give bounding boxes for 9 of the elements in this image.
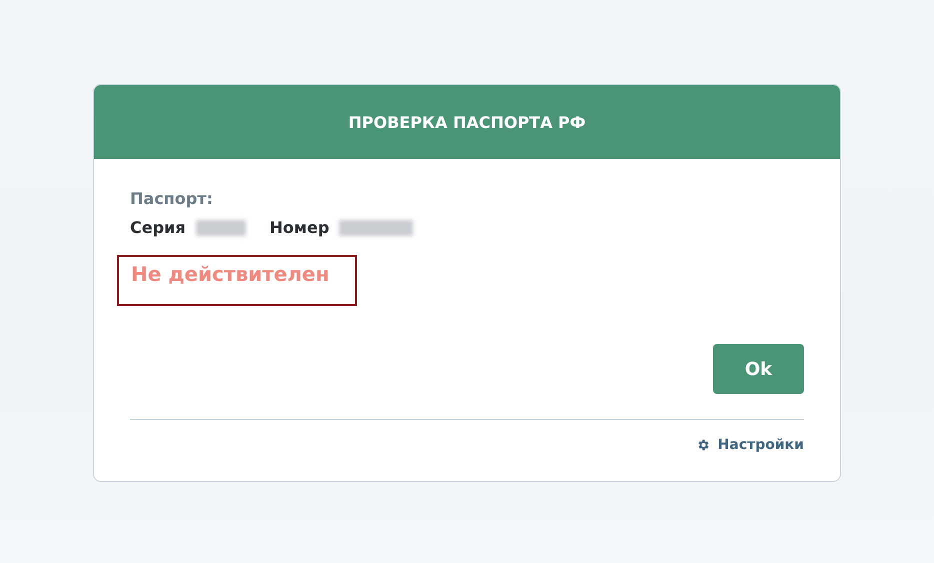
field-label: Номер — [270, 218, 330, 237]
passport-label: Паспорт: — [130, 189, 214, 208]
field-label: Серия — [130, 218, 186, 237]
dialog-title: ПРОВЕРКА ПАСПОРТА РФ — [94, 85, 840, 159]
redacted-value — [196, 220, 246, 236]
status-text: Не действителен — [131, 262, 330, 286]
settings-icon — [696, 438, 710, 452]
settings-link[interactable]: Настройки — [696, 437, 804, 453]
ok-button[interactable]: Ok — [713, 344, 804, 394]
